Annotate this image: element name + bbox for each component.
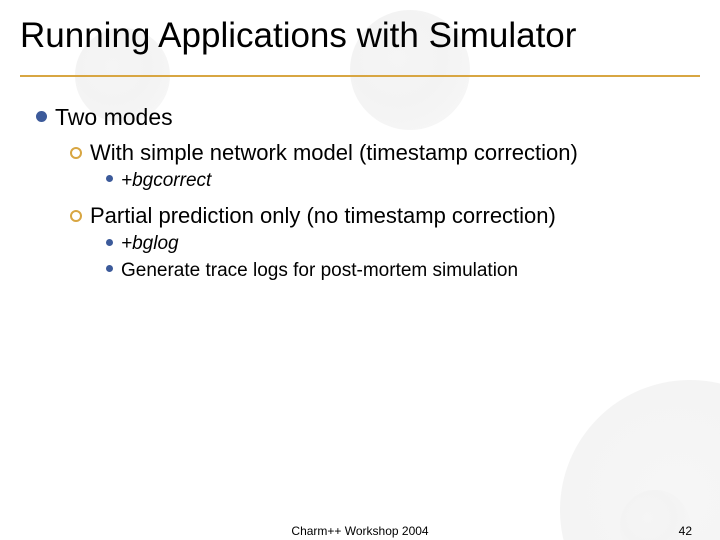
bullet-text: With simple network model (timestamp cor…: [90, 140, 578, 165]
bullet-ring-icon: [70, 147, 82, 159]
bullet-level2: With simple network model (timestamp cor…: [70, 140, 686, 166]
slide-body: Two modes With simple network model (tim…: [36, 104, 686, 287]
bullet-level3: Generate trace logs for post-mortem simu…: [106, 260, 686, 283]
bullet-smalldot-icon: [106, 265, 113, 272]
bullet-text: +bglog: [121, 233, 179, 254]
bullet-level3: +bglog: [106, 233, 686, 256]
slide: Running Applications with Simulator Two …: [0, 0, 720, 540]
bullet-level3: +bgcorrect: [106, 170, 686, 193]
bullet-text: Generate trace logs for post-mortem simu…: [121, 260, 518, 281]
bullet-dot-icon: [36, 111, 47, 122]
bullet-text: +bgcorrect: [121, 170, 211, 191]
bullet-ring-icon: [70, 210, 82, 222]
bullet-level1: Two modes: [36, 104, 686, 132]
footer-page-number: 42: [679, 524, 692, 538]
bullet-text: Two modes: [55, 104, 173, 130]
slide-title: Running Applications with Simulator: [20, 16, 576, 56]
title-underline: [20, 75, 700, 77]
bullet-level2: Partial prediction only (no timestamp co…: [70, 203, 686, 229]
bullet-smalldot-icon: [106, 175, 113, 182]
bullet-text: Partial prediction only (no timestamp co…: [90, 203, 556, 228]
bullet-smalldot-icon: [106, 239, 113, 246]
footer-center-text: Charm++ Workshop 2004: [0, 524, 720, 538]
